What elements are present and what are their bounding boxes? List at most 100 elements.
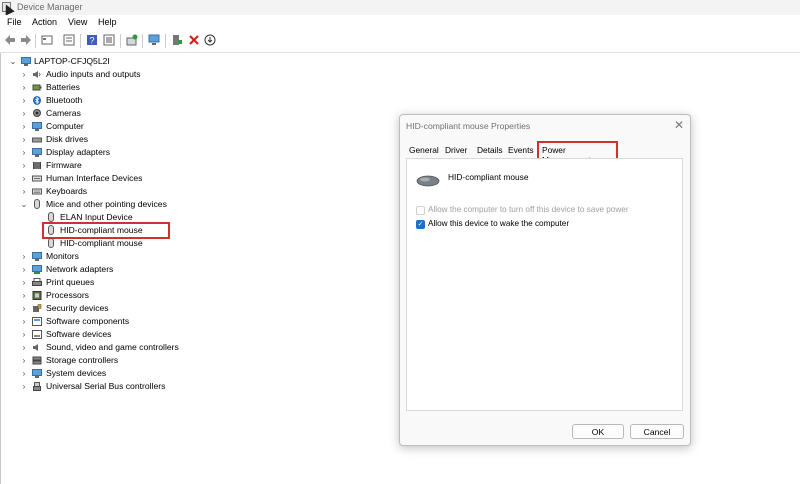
chevron-right-icon[interactable]: ›: [20, 367, 28, 380]
speaker-icon: [33, 71, 41, 78]
tree-item-label: Batteries: [46, 82, 80, 92]
toolbar-separator: [120, 34, 121, 48]
tab-events[interactable]: Events: [508, 145, 534, 155]
chevron-down-icon[interactable]: ⌄: [20, 198, 28, 211]
software-device-icon: [32, 330, 42, 339]
chevron-right-icon[interactable]: ›: [20, 315, 28, 328]
chevron-right-icon[interactable]: ›: [20, 68, 28, 81]
close-icon[interactable]: ✕: [674, 118, 684, 132]
device-tree: ⌄ LAPTOP-CFJQ5L2I › Audio inputs and out…: [0, 53, 391, 484]
disable-icon[interactable]: [204, 34, 216, 46]
chevron-right-icon[interactable]: ›: [20, 172, 28, 185]
tree-item-label: Display adapters: [46, 147, 111, 157]
chevron-right-icon[interactable]: ›: [20, 263, 28, 276]
dialog-title: HID-compliant mouse Properties: [406, 121, 531, 131]
tab-general[interactable]: General: [409, 145, 439, 155]
chevron-right-icon[interactable]: ›: [20, 159, 28, 172]
update-driver-icon[interactable]: [126, 34, 138, 46]
chevron-right-icon[interactable]: ›: [20, 380, 28, 393]
scan-hardware-icon[interactable]: [148, 34, 160, 46]
toolbar-separator: [80, 34, 81, 48]
add-driver-icon[interactable]: [171, 34, 183, 46]
tree-item-label: Software devices: [46, 329, 112, 339]
chevron-down-icon[interactable]: ⌄: [9, 55, 17, 68]
allow-wake-checkbox[interactable]: ✓: [416, 220, 425, 229]
tree-item-label: Software components: [46, 316, 130, 326]
sound-controller-icon: [33, 344, 38, 351]
tree-item-label: Keyboards: [46, 186, 88, 196]
allow-turn-off-label: Allow the computer to turn off this devi…: [428, 205, 629, 214]
tree-item-label: Monitors: [46, 251, 79, 261]
chevron-right-icon[interactable]: ›: [20, 120, 28, 133]
chevron-right-icon[interactable]: ›: [20, 276, 28, 289]
tab-driver[interactable]: Driver: [445, 145, 467, 155]
disk-drive-icon: [32, 137, 42, 143]
toolbar-separator: [165, 34, 166, 48]
processor-icon: [32, 291, 42, 300]
keyboard-icon: [32, 188, 42, 195]
usb-icon: [33, 382, 41, 391]
software-component-icon: [32, 317, 42, 326]
storage-controller-icon: [32, 356, 42, 365]
ok-button[interactable]: OK: [572, 424, 624, 439]
hid-icon: [32, 175, 42, 182]
tree-item-label: Security devices: [46, 303, 109, 313]
mouse-icon: [34, 199, 40, 209]
toolbar: ?: [0, 30, 800, 53]
chevron-right-icon[interactable]: ›: [20, 133, 28, 146]
properties-icon[interactable]: [41, 34, 53, 46]
toolbar-separator: [142, 34, 143, 48]
system-device-icon: [32, 369, 42, 378]
bluetooth-icon: [33, 96, 41, 105]
computer-icon: [21, 57, 31, 66]
chevron-right-icon[interactable]: ›: [20, 302, 28, 315]
chevron-right-icon[interactable]: ›: [20, 341, 28, 354]
display-adapter-icon: [32, 148, 42, 157]
power-management-panel: HID-compliant mouse Allow the computer t…: [406, 158, 683, 411]
tree-item-label: Bluetooth: [46, 95, 83, 105]
menu-action[interactable]: Action: [32, 17, 57, 27]
properties-dialog: HID-compliant mouse Properties ✕ General…: [399, 114, 691, 446]
monitor-icon: [32, 122, 42, 131]
mouse-device-icon: [416, 175, 440, 187]
chevron-right-icon[interactable]: ›: [20, 354, 28, 367]
tree-item-label: Disk drives: [46, 134, 89, 144]
device-name-label: HID-compliant mouse: [448, 172, 529, 182]
cancel-button[interactable]: Cancel: [630, 424, 684, 439]
chevron-right-icon[interactable]: ›: [20, 250, 28, 263]
help-icon[interactable]: ?: [86, 34, 98, 46]
tree-item-label: Cameras: [46, 108, 81, 118]
chevron-right-icon[interactable]: ›: [20, 185, 28, 198]
forward-arrow-icon[interactable]: [20, 34, 32, 46]
allow-wake-label: Allow this device to wake the computer: [428, 219, 570, 228]
tree-item-label: Storage controllers: [46, 355, 119, 365]
tree-item-label: Processors: [46, 290, 89, 300]
view-icon[interactable]: [103, 34, 115, 46]
toolbar-separator: [35, 34, 36, 48]
chevron-right-icon[interactable]: ›: [20, 289, 28, 302]
chevron-right-icon[interactable]: ›: [20, 81, 28, 94]
security-chip-icon: [33, 304, 42, 312]
tree-item-label: Print queues: [46, 277, 95, 287]
back-arrow-icon[interactable]: [4, 34, 16, 46]
menu-help[interactable]: Help: [98, 17, 117, 27]
uninstall-icon[interactable]: [188, 34, 200, 46]
tree-item-label: Audio inputs and outputs: [46, 69, 141, 79]
chevron-right-icon[interactable]: ›: [20, 94, 28, 107]
monitor-icon: [32, 252, 42, 261]
printer-icon: [32, 278, 42, 286]
menu-view[interactable]: View: [68, 17, 87, 27]
chevron-right-icon[interactable]: ›: [20, 107, 28, 120]
show-hide-icon[interactable]: [63, 34, 75, 46]
menu-file[interactable]: File: [7, 17, 22, 27]
menu-bar: File Action View Help: [0, 15, 800, 30]
chevron-right-icon[interactable]: ›: [20, 146, 28, 159]
tree-item-label: Human Interface Devices: [46, 173, 143, 183]
tree-item-label: Sound, video and game controllers: [46, 342, 179, 352]
chevron-right-icon[interactable]: ›: [20, 328, 28, 341]
mouse-icon: [48, 212, 54, 222]
tree-item-label: Firmware: [46, 160, 82, 170]
tab-details[interactable]: Details: [477, 145, 503, 155]
allow-turn-off-checkbox[interactable]: [416, 206, 425, 215]
mouse-icon: [48, 238, 54, 248]
